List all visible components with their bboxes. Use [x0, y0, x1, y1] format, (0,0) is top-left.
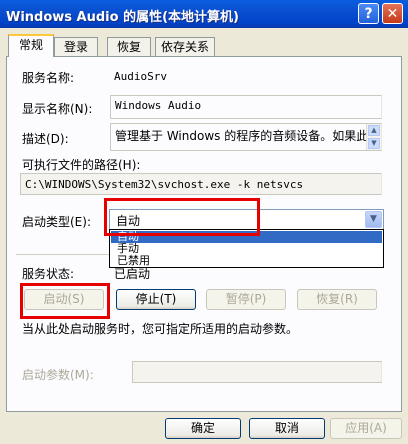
service-name-value: AudioSrv: [114, 70, 167, 83]
tab-dependencies[interactable]: 依存关系: [155, 37, 215, 56]
apply-button[interactable]: 应用(A): [330, 418, 402, 439]
description-scrollbar[interactable]: ▲ ▼: [366, 124, 381, 150]
close-button[interactable]: ✕: [382, 3, 403, 24]
display-name-label: 显示名称(N):: [22, 102, 93, 116]
start-params-label: 启动参数(M):: [22, 368, 94, 382]
start-params-hint: 当从此处启动服务时，您可指定所适用的启动参数。: [22, 322, 299, 336]
description-value: 管理基于 Windows 的程序的音频设备。如果此: [115, 129, 369, 143]
tab-recovery[interactable]: 恢复: [107, 37, 151, 56]
scroll-down-icon[interactable]: ▼: [368, 138, 380, 149]
cancel-button[interactable]: 取消: [249, 418, 325, 439]
tab-logon[interactable]: 登录: [54, 37, 98, 56]
chevron-down-icon[interactable]: ▼: [365, 211, 382, 228]
title-bar[interactable]: Windows Audio 的属性(本地计算机) ? ✕: [0, 0, 408, 28]
pause-button[interactable]: 暂停(P): [206, 289, 286, 310]
scroll-up-icon[interactable]: ▲: [368, 125, 380, 136]
startup-type-select[interactable]: 自动 ▼: [109, 209, 384, 230]
stop-button[interactable]: 停止(T): [116, 289, 196, 310]
service-name-label: 服务名称:: [22, 71, 75, 85]
display-name-value: Windows Audio: [115, 99, 202, 112]
properties-dialog: Windows Audio 的属性(本地计算机) ? ✕ 常规 登录 恢复 依存…: [0, 0, 408, 444]
service-status-label: 服务状态:: [22, 267, 75, 281]
tab-general[interactable]: 常规: [8, 34, 54, 57]
exe-path-value: C:\WINDOWS\System32\svchost.exe -k netsv…: [25, 178, 304, 191]
resume-button[interactable]: 恢复(R): [297, 289, 377, 310]
help-button[interactable]: ?: [358, 3, 379, 24]
startup-type-value: 自动: [116, 214, 141, 228]
option-automatic[interactable]: 自动: [111, 231, 382, 243]
option-disabled[interactable]: 已禁用: [111, 255, 382, 267]
description-label: 描述(D):: [22, 132, 69, 146]
ok-button[interactable]: 确定: [165, 418, 241, 439]
option-manual[interactable]: 手动: [111, 243, 382, 255]
start-params-field[interactable]: [132, 361, 382, 383]
exe-path-label: 可执行文件的路径(H):: [22, 158, 141, 172]
startup-type-dropdown: 自动 手动 已禁用: [109, 229, 384, 268]
start-button[interactable]: 启动(S): [24, 289, 104, 310]
exe-path-field: C:\WINDOWS\System32\svchost.exe -k netsv…: [20, 173, 382, 195]
description-field[interactable]: 管理基于 Windows 的程序的音频设备。如果此 ▲ ▼: [110, 123, 382, 151]
startup-type-label: 启动类型(E):: [22, 215, 91, 229]
window-title: Windows Audio 的属性(本地计算机): [6, 10, 239, 25]
display-name-field[interactable]: Windows Audio: [110, 95, 382, 119]
